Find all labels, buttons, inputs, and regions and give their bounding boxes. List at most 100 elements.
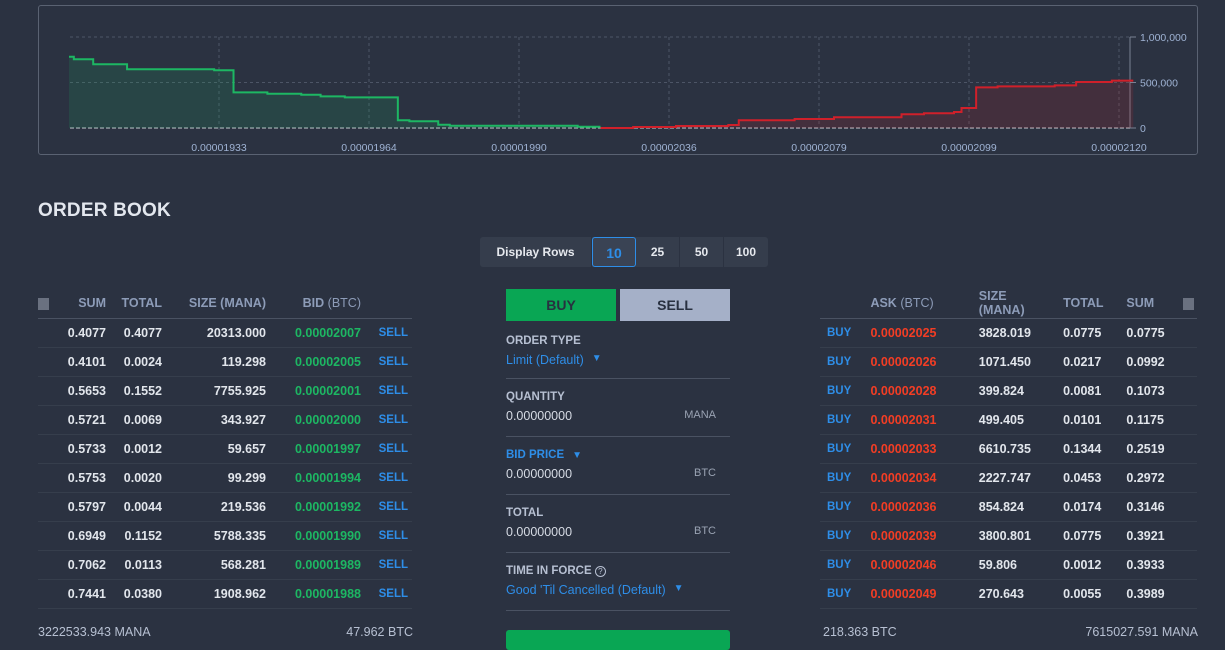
- ask-sum: 0.3921: [1114, 521, 1176, 551]
- bid-size: 99.299: [162, 463, 266, 493]
- ask-price: 0.00002039: [863, 521, 943, 551]
- ask-total: 0.0081: [1047, 376, 1115, 406]
- help-icon[interactable]: ?: [594, 566, 606, 577]
- sell-link[interactable]: SELL: [361, 405, 412, 435]
- ask-size: 3828.019: [942, 318, 1048, 348]
- ask-total: 0.0775: [1047, 521, 1115, 551]
- time-in-force-dropdown[interactable]: Good 'Til Cancelled (Default) ▼: [506, 583, 730, 597]
- bid-total: 0.0380: [106, 579, 162, 609]
- sell-link[interactable]: SELL: [361, 579, 412, 609]
- quantity-input[interactable]: 0.00000000 MANA: [506, 409, 730, 423]
- bid-size: 343.927: [162, 405, 266, 435]
- buy-link[interactable]: BUY: [820, 405, 864, 435]
- ask-size: 3800.801: [942, 521, 1048, 551]
- ask-row[interactable]: BUY 0.00002039 3800.801 0.0775 0.3921: [820, 521, 1197, 551]
- place-order-button[interactable]: [506, 630, 730, 650]
- bid-sum: 0.4077: [58, 318, 106, 348]
- rows-option-10[interactable]: 10: [592, 237, 636, 267]
- list-icon[interactable]: [1183, 297, 1194, 310]
- ask-sum: 0.1175: [1114, 405, 1176, 435]
- bid-row[interactable]: 0.4077 0.4077 20313.000 0.00002007 SELL: [38, 318, 412, 348]
- sell-link[interactable]: SELL: [361, 347, 412, 377]
- ask-row[interactable]: BUY 0.00002046 59.806 0.0012 0.3933: [820, 550, 1197, 580]
- ask-size: 59.806: [942, 550, 1048, 580]
- rows-option-25[interactable]: 25: [636, 237, 680, 267]
- col-total: TOTAL: [1047, 289, 1115, 319]
- ask-row[interactable]: BUY 0.00002049 270.643 0.0055 0.3989: [820, 579, 1197, 609]
- col-size: SIZE (MANA): [162, 289, 266, 319]
- bid-total: 0.4077: [106, 318, 162, 348]
- bid-size: 1908.962: [162, 579, 266, 609]
- depth-chart: 0.00001933 0.00001964 0.00001990 0.00002036…: [38, 5, 1198, 155]
- ask-size: 399.824: [942, 376, 1048, 406]
- buy-link[interactable]: BUY: [820, 521, 864, 551]
- sell-link[interactable]: SELL: [361, 463, 412, 493]
- bid-price-input[interactable]: 0.00000000 BTC: [506, 467, 730, 481]
- ask-price: 0.00002049: [863, 579, 943, 609]
- buy-tab[interactable]: BUY: [506, 289, 616, 321]
- ask-total: 0.0012: [1047, 550, 1115, 580]
- bid-row[interactable]: 0.7441 0.0380 1908.962 0.00001988 SELL: [38, 579, 412, 609]
- bid-row[interactable]: 0.5797 0.0044 219.536 0.00001992 SELL: [38, 492, 412, 522]
- bid-row[interactable]: 0.7062 0.0113 568.281 0.00001989 SELL: [38, 550, 412, 580]
- buy-link[interactable]: BUY: [820, 347, 864, 377]
- ask-total: 0.0453: [1047, 463, 1115, 493]
- ask-row[interactable]: BUY 0.00002025 3828.019 0.0775 0.0775: [820, 318, 1197, 348]
- x-tick-label: 0.00001990: [491, 142, 547, 154]
- sell-tab[interactable]: SELL: [620, 289, 730, 321]
- bid-total: 0.0024: [106, 347, 162, 377]
- time-in-force-label: TIME IN FORCE: [506, 565, 592, 577]
- buy-link[interactable]: BUY: [820, 492, 864, 522]
- ask-size: 6610.735: [942, 434, 1048, 464]
- bid-sum: 0.5653: [58, 376, 106, 406]
- ask-sum: 0.0775: [1114, 318, 1176, 348]
- sell-link[interactable]: SELL: [361, 492, 412, 522]
- total-input[interactable]: 0.00000000 BTC: [506, 525, 730, 539]
- buy-link[interactable]: BUY: [820, 463, 864, 493]
- buy-link[interactable]: BUY: [820, 550, 864, 580]
- bid-row[interactable]: 0.5721 0.0069 343.927 0.00002000 SELL: [38, 405, 412, 435]
- buy-link[interactable]: BUY: [820, 579, 864, 609]
- bid-row[interactable]: 0.4101 0.0024 119.298 0.00002005 SELL: [38, 347, 412, 377]
- ask-row[interactable]: BUY 0.00002028 399.824 0.0081 0.1073: [820, 376, 1197, 406]
- bid-row[interactable]: 0.5653 0.1552 7755.925 0.00002001 SELL: [38, 376, 412, 406]
- sell-link[interactable]: SELL: [361, 318, 412, 348]
- ask-row[interactable]: BUY 0.00002031 499.405 0.0101 0.1175: [820, 405, 1197, 435]
- bid-total: 0.0113: [106, 550, 162, 580]
- buy-link[interactable]: BUY: [820, 318, 864, 348]
- ask-row[interactable]: BUY 0.00002026 1071.450 0.0217 0.0992: [820, 347, 1197, 377]
- rows-option-100[interactable]: 100: [724, 237, 768, 267]
- list-icon[interactable]: [38, 297, 49, 310]
- ask-row[interactable]: BUY 0.00002036 854.824 0.0174 0.3146: [820, 492, 1197, 522]
- display-rows-label: Display Rows: [480, 237, 592, 267]
- order-type-dropdown[interactable]: Limit (Default) ▼: [506, 353, 730, 367]
- bid-size: 7755.925: [162, 376, 266, 406]
- buy-link[interactable]: BUY: [820, 376, 864, 406]
- bids-total-btc: 47.962 BTC: [346, 625, 413, 639]
- sell-link[interactable]: SELL: [361, 376, 412, 406]
- ask-sum: 0.3146: [1114, 492, 1176, 522]
- ask-row[interactable]: BUY 0.00002034 2227.747 0.0453 0.2972: [820, 463, 1197, 493]
- ask-price: 0.00002031: [863, 405, 943, 435]
- bid-row[interactable]: 0.5733 0.0012 59.657 0.00001997 SELL: [38, 434, 412, 464]
- sell-link[interactable]: SELL: [361, 550, 412, 580]
- ask-total: 0.0775: [1047, 318, 1115, 348]
- ask-row[interactable]: BUY 0.00002033 6610.735 0.1344 0.2519: [820, 434, 1197, 464]
- rows-option-50[interactable]: 50: [680, 237, 724, 267]
- bid-size: 20313.000: [162, 318, 266, 348]
- bid-row[interactable]: 0.5753 0.0020 99.299 0.00001994 SELL: [38, 463, 412, 493]
- buy-link[interactable]: BUY: [820, 434, 864, 464]
- x-tick-label: 0.00002120: [1091, 142, 1147, 154]
- bid-total: 0.1552: [106, 376, 162, 406]
- display-rows-selector: Display Rows 10 25 50 100: [480, 237, 768, 267]
- y-tick-label: 0: [1140, 123, 1146, 135]
- bid-sum: 0.7441: [58, 579, 106, 609]
- sell-link[interactable]: SELL: [361, 521, 412, 551]
- bid-row[interactable]: 0.6949 0.1152 5788.335 0.00001990 SELL: [38, 521, 412, 551]
- bid-price-dropdown[interactable]: BID PRICE ▼: [506, 449, 730, 461]
- x-tick-label: 0.00001964: [341, 142, 397, 154]
- ask-total: 0.0055: [1047, 579, 1115, 609]
- bid-price: 0.00002000: [266, 405, 361, 435]
- sell-link[interactable]: SELL: [361, 434, 412, 464]
- ask-price: 0.00002026: [863, 347, 943, 377]
